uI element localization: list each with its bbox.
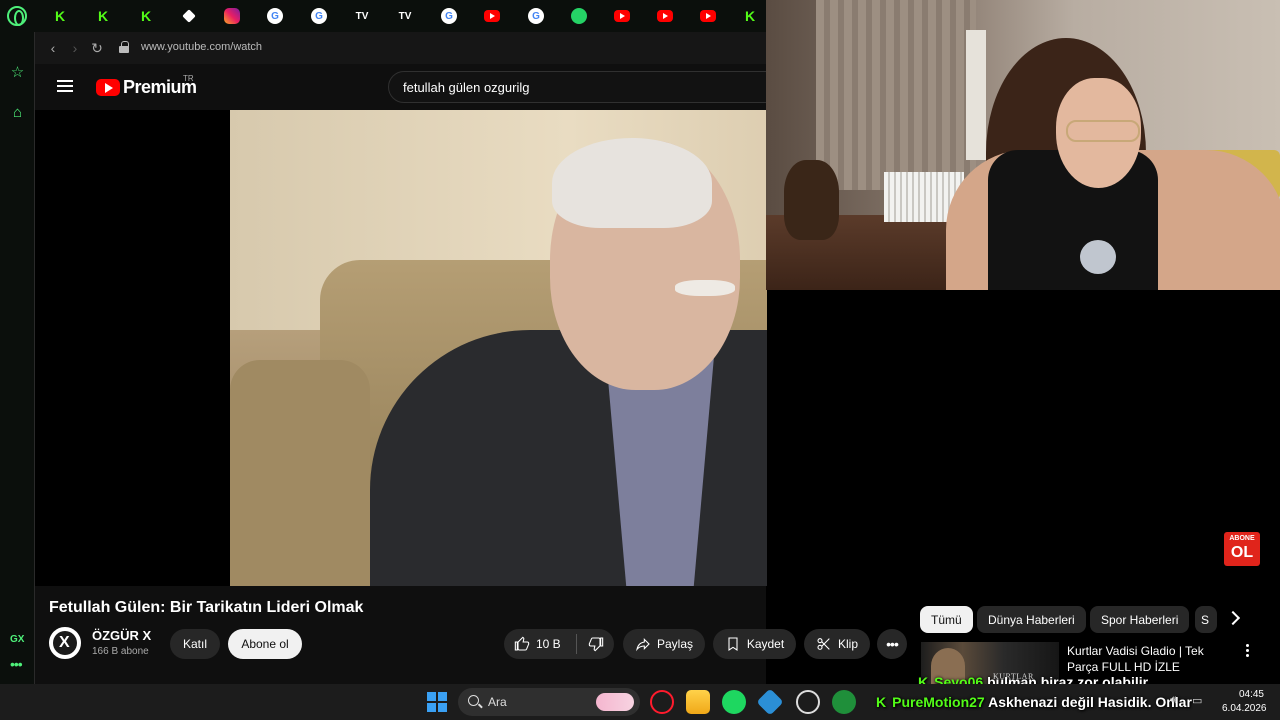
chip-all[interactable]: Tümü xyxy=(920,606,973,633)
battery-icon[interactable]: ▭ xyxy=(1192,694,1206,708)
file-explorer-icon[interactable] xyxy=(686,690,710,714)
webcam-overlay xyxy=(766,0,1280,290)
thumbs-up-icon xyxy=(514,636,530,651)
clip-button[interactable]: Klip xyxy=(804,629,870,659)
clock[interactable]: 04:45 6.04.2026 xyxy=(1222,688,1267,716)
thumbs-down-icon xyxy=(588,637,604,652)
kick-icon: K xyxy=(876,694,887,710)
reload-icon[interactable]: ↻ xyxy=(89,40,105,57)
gx-icon[interactable]: GX xyxy=(10,634,24,645)
chat-text: Askhenazi değil Hasidik. Onlar xyxy=(988,694,1192,710)
back-icon[interactable]: ‹ xyxy=(45,40,61,56)
region-code: TR xyxy=(183,74,194,83)
instagram-icon[interactable] xyxy=(224,8,240,24)
windows-taskbar: Ara K PureMotion27 Askhenazi değil Hasidi… xyxy=(0,684,1280,720)
video-frame xyxy=(230,110,767,586)
menu-icon[interactable] xyxy=(57,80,73,92)
more-actions-button[interactable]: ••• xyxy=(877,629,907,659)
forward-icon[interactable]: › xyxy=(67,40,83,56)
ai-assistant-icon[interactable]: ⌂ xyxy=(9,104,26,121)
kick-icon[interactable]: K xyxy=(52,8,68,24)
bookmark-icon xyxy=(728,637,738,651)
scissors-icon xyxy=(817,638,830,650)
kick-icon[interactable]: K xyxy=(742,8,758,24)
tv-icon[interactable]: TV xyxy=(397,8,413,24)
youtube-icon[interactable] xyxy=(614,10,630,22)
chrome-icon[interactable] xyxy=(832,690,856,714)
chip-sports-news[interactable]: Spor Haberleri xyxy=(1090,606,1190,633)
diamond-icon[interactable] xyxy=(182,9,196,23)
youtube-icon[interactable] xyxy=(700,10,716,22)
channel-subscriber-count: 166 B abone xyxy=(92,646,149,657)
more-icon[interactable]: ••• xyxy=(10,656,23,672)
video-player[interactable] xyxy=(35,110,767,586)
browser-sidebar: ☆ ⌂ GX ••• xyxy=(0,32,34,684)
microphone xyxy=(1080,240,1116,274)
like-divider xyxy=(576,634,577,654)
youtube-logo-icon[interactable] xyxy=(96,79,120,96)
channel-name[interactable]: ÖZGÜR X xyxy=(92,628,151,643)
google-icon[interactable]: G xyxy=(267,8,283,24)
chip-more[interactable]: S xyxy=(1195,606,1217,633)
volume-icon[interactable]: 🔊︎ xyxy=(1170,694,1184,708)
chat-username: PureMotion27 xyxy=(892,694,985,710)
video-title: Fetullah Gülen: Bir Tarikatın Lideri Olm… xyxy=(49,599,364,616)
more-icon: ••• xyxy=(886,636,899,652)
opera-gx-taskbar-icon[interactable] xyxy=(650,690,674,714)
share-button[interactable]: Paylaş xyxy=(623,629,705,659)
spotify-icon[interactable] xyxy=(722,690,746,714)
search-input[interactable]: fetullah gülen ozgurilg xyxy=(388,71,788,103)
url-field[interactable]: www.youtube.com/watch xyxy=(141,41,262,53)
save-button[interactable]: Kaydet xyxy=(713,629,796,659)
kick-icon[interactable]: K xyxy=(138,8,154,24)
whatsapp-icon[interactable] xyxy=(571,8,587,24)
youtube-icon[interactable] xyxy=(484,10,500,22)
address-bar: ‹ › ↻ www.youtube.com/watch xyxy=(35,32,767,64)
google-icon[interactable]: G xyxy=(441,8,457,24)
obs-icon[interactable] xyxy=(796,690,820,714)
like-count: 10 B xyxy=(536,637,561,651)
opera-logo-icon[interactable] xyxy=(7,6,27,26)
share-icon xyxy=(636,638,650,652)
chevron-right-icon[interactable] xyxy=(1225,610,1241,626)
youtube-header: Premium TR fetullah gülen ozgurilg xyxy=(35,64,788,110)
lock-icon xyxy=(119,41,129,53)
chip-world-news[interactable]: Dünya Haberleri xyxy=(977,606,1086,633)
subscribe-button[interactable]: Abone ol xyxy=(228,629,302,659)
subscribe-badge[interactable]: ABONE OL xyxy=(1224,532,1260,566)
google-icon[interactable]: G xyxy=(528,8,544,24)
chat-message: K PureMotion27 Askhenazi değil Hasidik. O… xyxy=(876,694,1192,710)
join-button[interactable]: Katıl xyxy=(170,629,220,659)
browser-tab-strip: K K K G G TV TV G G K xyxy=(0,0,766,32)
windows-start-icon[interactable] xyxy=(427,692,447,712)
google-icon[interactable]: G xyxy=(311,8,327,24)
youtube-icon[interactable] xyxy=(657,10,673,22)
app-diamond-icon[interactable] xyxy=(756,688,784,716)
search-highlight-icon xyxy=(596,693,634,711)
teddy-bear xyxy=(784,160,839,240)
kebab-menu-icon[interactable] xyxy=(1246,644,1250,658)
kick-icon[interactable]: K xyxy=(95,8,111,24)
channel-avatar[interactable] xyxy=(49,627,81,659)
recommendation-title[interactable]: Kurtlar Vadisi Gladio | Tek Parça FULL H… xyxy=(1067,643,1227,675)
tv-icon[interactable]: TV xyxy=(354,8,370,24)
dislike-button[interactable] xyxy=(578,629,614,659)
search-icon xyxy=(468,695,479,706)
taskbar-search[interactable]: Ara xyxy=(458,688,640,716)
star-icon[interactable]: ☆ xyxy=(9,64,26,81)
browser-window: ‹ › ↻ www.youtube.com/watch Premium TR f… xyxy=(34,32,788,684)
